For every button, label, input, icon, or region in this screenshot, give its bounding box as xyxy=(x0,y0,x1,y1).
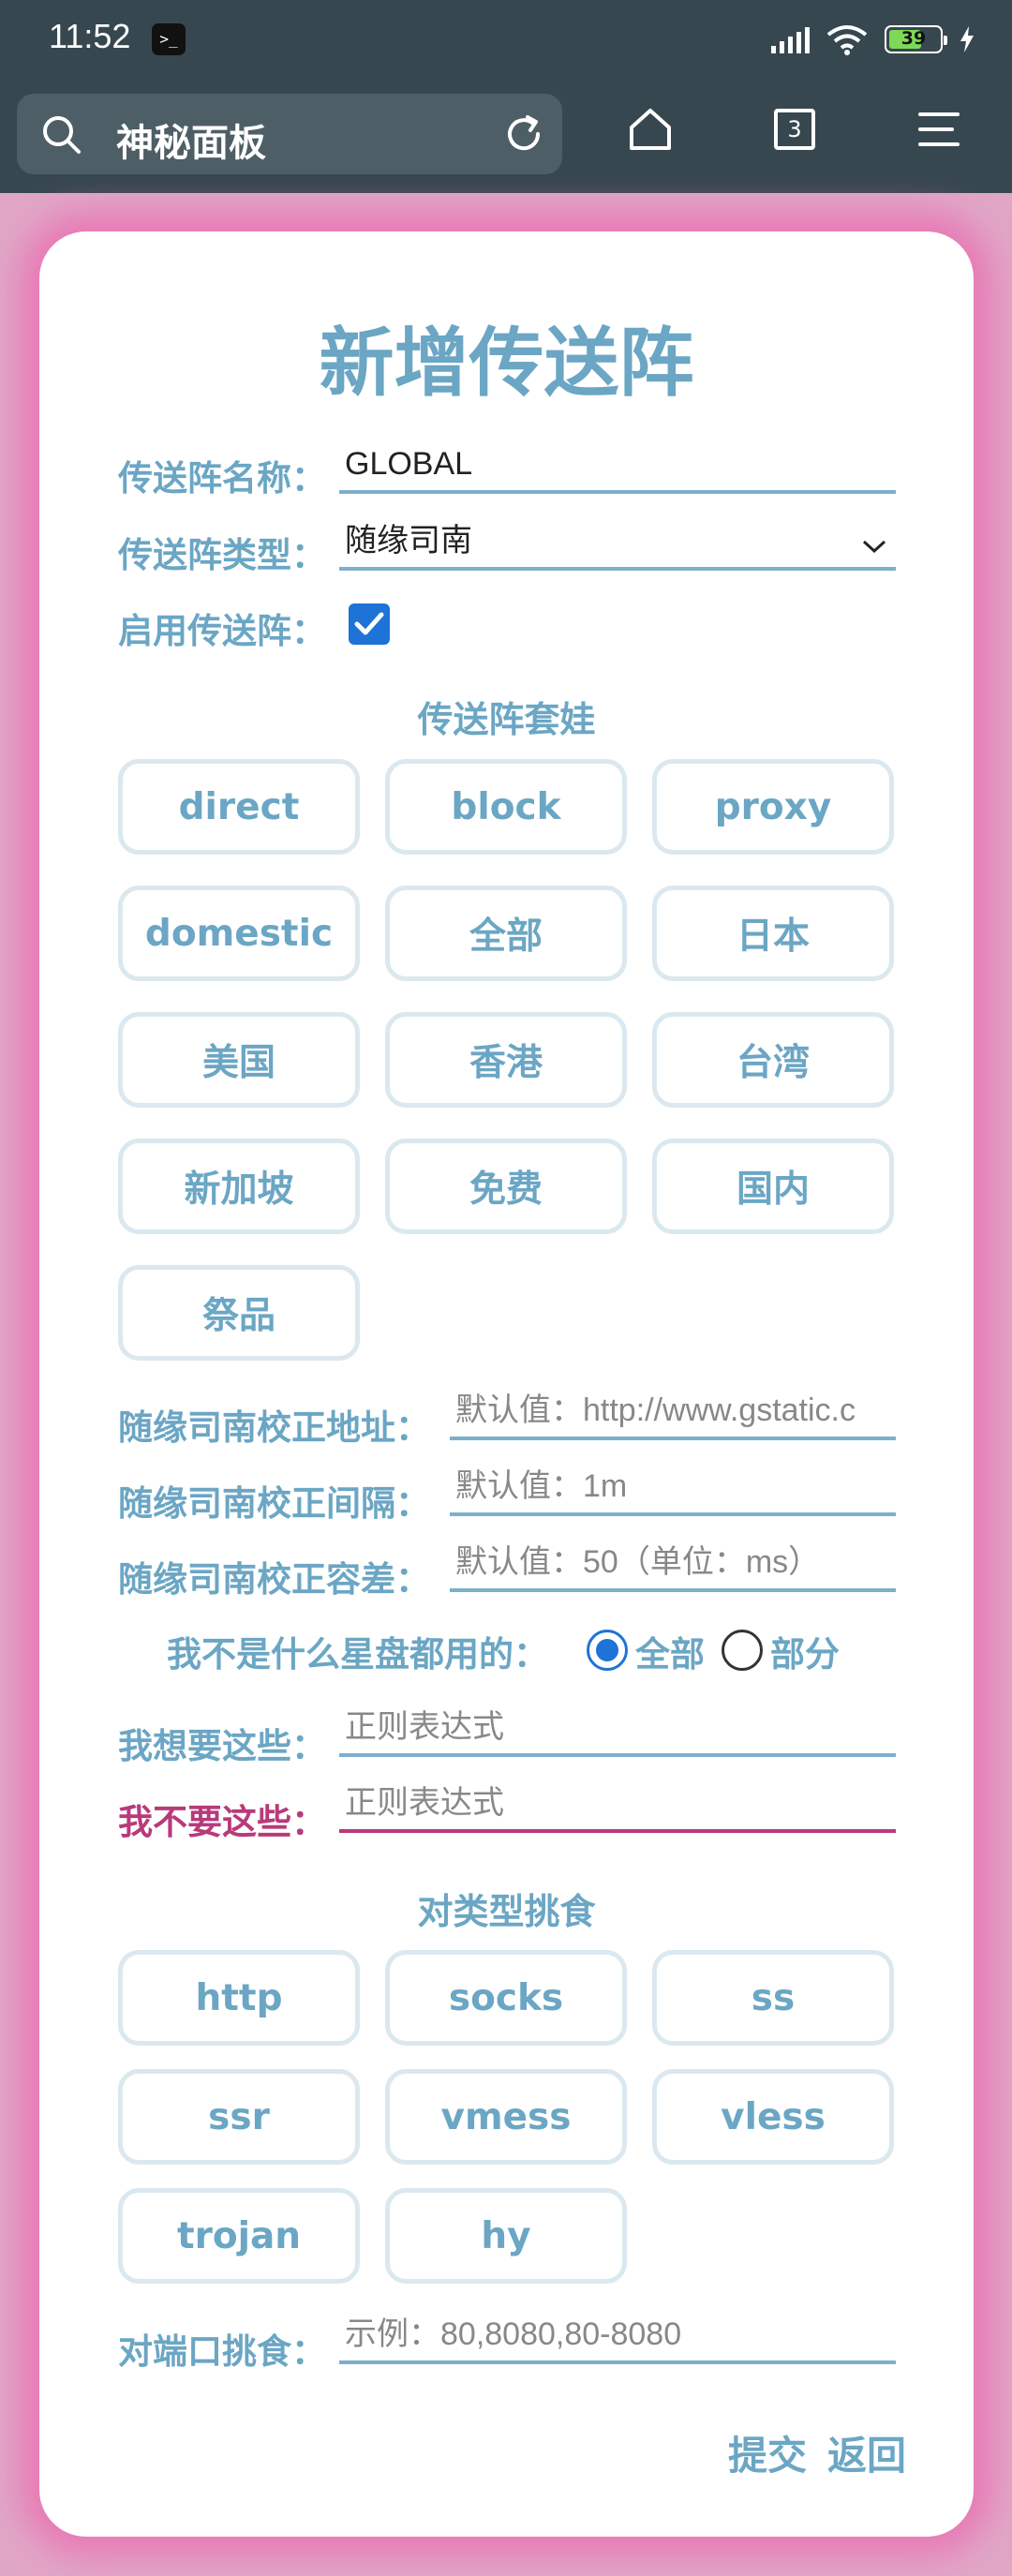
signal-icon xyxy=(771,25,810,53)
nest-section-title: 传送阵套娃 xyxy=(417,699,596,740)
port-label: 对端口挑食： xyxy=(118,2331,326,2372)
want-regex-input[interactable]: 正则表达式 xyxy=(339,1703,896,1757)
type-chip[interactable]: ssr xyxy=(118,2069,360,2165)
url-label: 随缘司南校正地址： xyxy=(118,1407,430,1448)
reload-icon[interactable] xyxy=(502,112,545,156)
interval-input[interactable]: 默认值：1m xyxy=(450,1462,896,1516)
enable-label: 启用传送阵： xyxy=(118,611,326,651)
type-chip[interactable]: ss xyxy=(652,1950,894,2046)
chevron-down-icon xyxy=(862,540,886,554)
nest-chip[interactable]: 全部 xyxy=(385,886,627,981)
form-actions: 提交 返回 xyxy=(728,2424,906,2481)
nest-chip[interactable]: direct xyxy=(118,759,360,855)
status-bar: 11:52 >_ 39 xyxy=(0,0,1012,82)
address-bar[interactable]: 神秘面板 xyxy=(17,94,562,174)
port-filter-input[interactable]: 示例：80,8080,80-8080 xyxy=(339,2310,896,2364)
search-icon xyxy=(43,116,81,154)
tolerance-input[interactable]: 默认值：50（单位：ms） xyxy=(450,1538,896,1592)
page-title: 神秘面板 xyxy=(116,122,266,165)
type-chip[interactable]: http xyxy=(118,1950,360,2046)
back-button[interactable]: 返回 xyxy=(827,2424,906,2481)
browser-toolbar: 神秘面板 3 xyxy=(0,82,1012,193)
nest-chip[interactable]: block xyxy=(385,759,627,855)
type-chip[interactable]: vmess xyxy=(385,2069,627,2165)
check-icon xyxy=(354,612,384,635)
interval-label: 随缘司南校正间隔： xyxy=(118,1483,430,1524)
nest-chip[interactable]: 免费 xyxy=(385,1139,627,1234)
battery-level: 39 xyxy=(900,28,927,49)
tabs-icon: 3 xyxy=(774,109,815,150)
nest-chip[interactable]: 新加坡 xyxy=(118,1139,360,1234)
scope-radio-group: 我不是什么星盘都用的： 全部 部分 xyxy=(39,1622,974,1675)
home-button[interactable] xyxy=(622,101,678,157)
nest-chip[interactable]: 香港 xyxy=(385,1012,627,1108)
home-icon xyxy=(630,109,671,150)
portal-form-card: 新增传送阵 传送阵名称： GLOBAL 传送阵类型： 随缘司南 启用传送阵： 传… xyxy=(39,231,974,2537)
type-select-value: 随缘司南 xyxy=(345,523,472,558)
tabs-button[interactable]: 3 xyxy=(766,101,823,157)
type-select[interactable]: 随缘司南 xyxy=(339,516,896,571)
want-label: 我想要这些： xyxy=(118,1726,326,1766)
name-field[interactable]: GLOBAL xyxy=(339,439,896,494)
status-time: 11:52 xyxy=(49,17,131,55)
nest-chip[interactable]: 美国 xyxy=(118,1012,360,1108)
nest-chip[interactable]: proxy xyxy=(652,759,894,855)
dont-label: 我不要这些： xyxy=(118,1802,326,1842)
menu-button[interactable] xyxy=(911,101,967,157)
scope-label: 我不是什么星盘都用的： xyxy=(167,1634,548,1675)
nest-chip[interactable]: 台湾 xyxy=(652,1012,894,1108)
terminal-icon: >_ xyxy=(152,23,186,55)
url-input[interactable]: 默认值：http://www.gstatic.c xyxy=(450,1386,896,1440)
type-label: 传送阵类型： xyxy=(118,535,326,575)
nest-chip[interactable]: 日本 xyxy=(652,886,894,981)
scope-part-label: 部分 xyxy=(770,1634,840,1675)
nest-chip[interactable]: 祭品 xyxy=(118,1265,360,1361)
menu-icon xyxy=(918,112,960,146)
type-chip[interactable]: trojan xyxy=(118,2188,360,2284)
status-icons: 39 xyxy=(771,19,975,60)
battery-icon: 39 xyxy=(885,25,947,53)
wifi-icon xyxy=(826,25,868,55)
enable-checkbox[interactable] xyxy=(349,603,390,645)
scope-part-radio[interactable] xyxy=(722,1630,763,1671)
dont-regex-input[interactable]: 正则表达式 xyxy=(339,1779,896,1833)
type-chip[interactable]: hy xyxy=(385,2188,627,2284)
type-chip[interactable]: vless xyxy=(652,2069,894,2165)
form-heading: 新增传送阵 xyxy=(319,320,694,407)
scope-all-label: 全部 xyxy=(635,1634,705,1675)
name-label: 传送阵名称： xyxy=(118,458,326,499)
scope-all-radio[interactable] xyxy=(587,1630,628,1671)
type-chip[interactable]: socks xyxy=(385,1950,627,2046)
tolerance-label: 随缘司南校正容差： xyxy=(118,1559,430,1600)
submit-button[interactable]: 提交 xyxy=(728,2424,807,2481)
charging-icon xyxy=(960,26,974,52)
type-filter-title: 对类型挑食 xyxy=(417,1891,596,1932)
nest-chip[interactable]: domestic xyxy=(118,886,360,981)
nest-chip[interactable]: 国内 xyxy=(652,1139,894,1234)
